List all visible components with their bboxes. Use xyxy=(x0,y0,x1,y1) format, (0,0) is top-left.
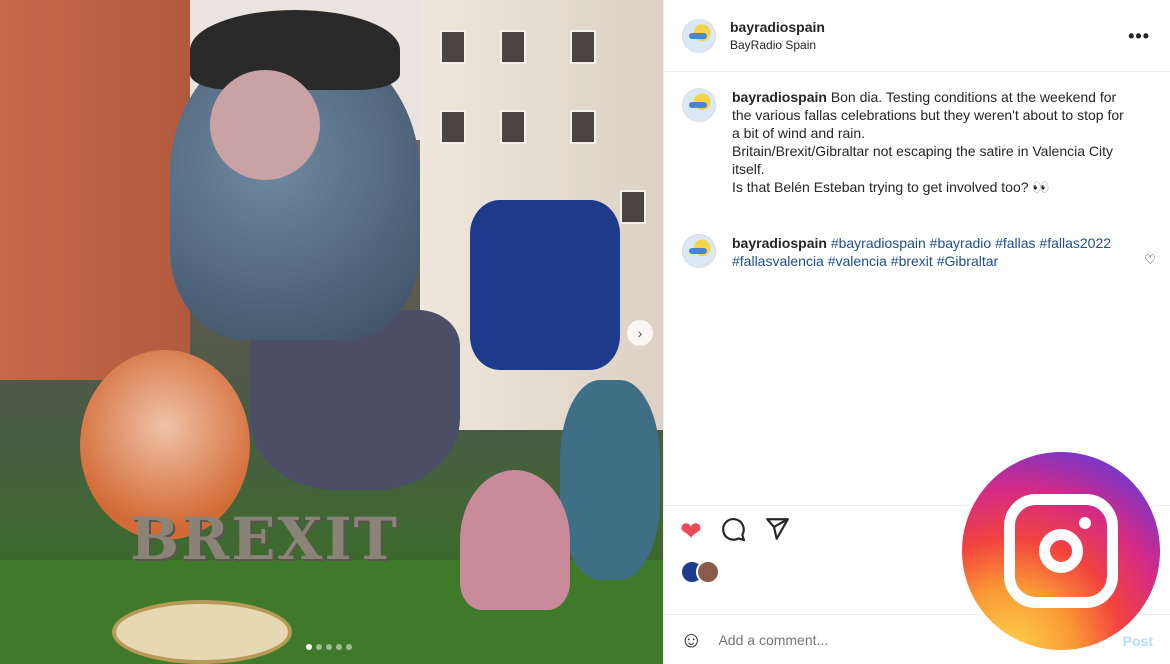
falla-eu-flag xyxy=(470,200,620,370)
carousel-dot xyxy=(326,644,332,650)
header-username[interactable]: bayradiospain xyxy=(730,19,825,35)
carousel-dot xyxy=(316,644,322,650)
hashtag-link[interactable]: #bayradiospain xyxy=(831,235,926,251)
post-image[interactable]: BREXIT › xyxy=(0,0,663,664)
post-header: bayradiospain BayRadio Spain ••• xyxy=(664,0,1170,72)
emoji-icon[interactable]: ☺ xyxy=(680,627,702,653)
heart-filled-icon[interactable]: ❤ xyxy=(680,518,702,544)
more-options-icon[interactable]: ••• xyxy=(1128,26,1150,47)
caption-line: Is that Belén Esteban trying to get invo… xyxy=(732,179,1050,195)
instagram-logo-dot xyxy=(1079,517,1091,529)
hashtag-link[interactable]: #fallas xyxy=(995,235,1035,251)
comment-avatar[interactable] xyxy=(682,234,716,268)
caption-body: bayradiospain Bon dia. Testing condition… xyxy=(732,88,1132,196)
instagram-logo-lens xyxy=(1039,529,1083,573)
instagram-logo-icon xyxy=(962,452,1160,650)
hashtag-link[interactable]: #valencia xyxy=(828,253,887,269)
comment-username[interactable]: bayradiospain xyxy=(732,235,827,251)
hashtag-link[interactable]: #fallasvalencia xyxy=(732,253,824,269)
instagram-logo-frame xyxy=(1004,494,1118,608)
liked-by-row[interactable] xyxy=(680,560,720,584)
post-comment-button[interactable]: Post xyxy=(1123,633,1153,649)
carousel-indicator xyxy=(306,644,352,650)
falla-pirate-face xyxy=(210,70,320,180)
brexit-sign: BREXIT xyxy=(130,505,399,573)
hashtag-link[interactable]: #brexit xyxy=(891,253,933,269)
comment-icon[interactable] xyxy=(720,516,746,546)
liker-avatar[interactable] xyxy=(696,560,720,584)
hashtag-link[interactable]: #bayradio xyxy=(930,235,992,251)
caption-line: Britain/Brexit/Gibraltar not escaping th… xyxy=(732,143,1114,177)
falla-plaque xyxy=(112,600,292,664)
caption-avatar[interactable] xyxy=(682,88,716,122)
comment-like-heart-icon[interactable]: ♡ xyxy=(1144,252,1156,268)
next-slide-button[interactable]: › xyxy=(627,320,653,346)
hashtag-comment-body: bayradiospain #bayradiospain #bayradio #… xyxy=(732,234,1132,270)
building-left xyxy=(0,0,190,380)
falla-man-figure xyxy=(560,380,660,580)
carousel-dot xyxy=(336,644,342,650)
falla-dress-figure xyxy=(460,470,570,610)
header-subtitle: BayRadio Spain xyxy=(730,38,817,52)
hashtag-comment: bayradiospain #bayradiospain #bayradio #… xyxy=(664,196,1170,270)
hashtag-link[interactable]: #fallas2022 xyxy=(1039,235,1111,251)
hashtag-link[interactable]: #Gibraltar xyxy=(937,253,998,269)
caption-username[interactable]: bayradiospain xyxy=(732,89,827,105)
caption: bayradiospain Bon dia. Testing condition… xyxy=(664,72,1170,196)
share-icon[interactable] xyxy=(764,516,790,546)
carousel-dot xyxy=(346,644,352,650)
profile-avatar[interactable] xyxy=(682,18,716,53)
carousel-dot xyxy=(306,644,312,650)
